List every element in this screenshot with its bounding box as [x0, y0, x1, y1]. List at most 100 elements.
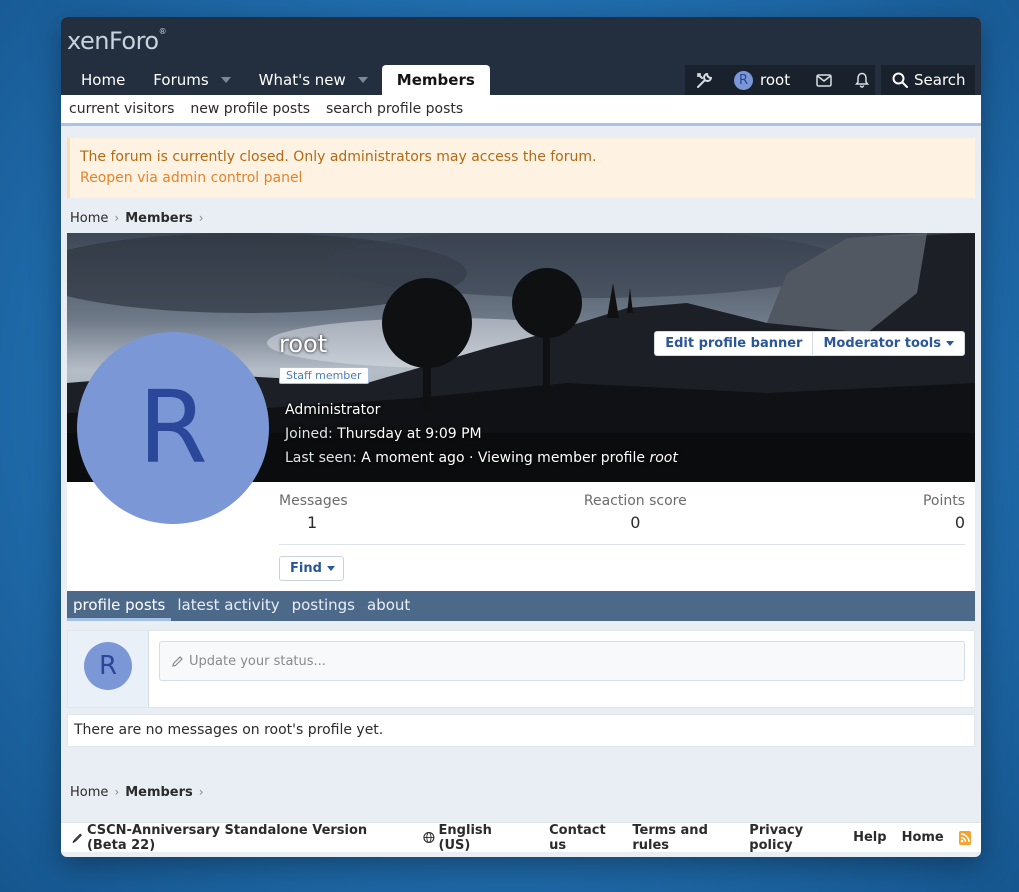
- search-icon: [892, 72, 908, 88]
- breadcrumb-bottom: Home › Members ›: [61, 782, 981, 802]
- site-header: xenForo® Home Forums What's new Members …: [61, 17, 981, 95]
- breadcrumb: Home › Members ›: [61, 208, 981, 228]
- nav-tab-label: Home: [81, 71, 126, 89]
- notice-message: The forum is currently closed. Only admi…: [80, 149, 597, 165]
- profile-info: Administrator Joined: Thursday at 9:09 P…: [285, 398, 678, 470]
- style-label: CSCN-Anniversary Standalone Version (Bet…: [86, 822, 368, 853]
- nav-tab-forums[interactable]: Forums: [139, 65, 244, 95]
- footer-privacy-link[interactable]: Privacy policy: [749, 823, 838, 853]
- status-avatar[interactable]: R: [84, 642, 132, 690]
- status-update-box: R Update your status...: [67, 630, 975, 708]
- chevron-down-icon[interactable]: [220, 77, 231, 83]
- main-nav: Home Forums What's new Members: [67, 65, 490, 95]
- paint-brush-icon: [72, 833, 82, 843]
- find-button[interactable]: Find: [279, 556, 344, 581]
- stat-reaction-score[interactable]: Reaction score 0: [584, 493, 687, 532]
- joined-row: Joined: Thursday at 9:09 PM: [285, 422, 678, 446]
- stat-label: Points: [922, 493, 965, 509]
- sub-nav: current visitors new profile posts searc…: [61, 95, 981, 126]
- site-logo[interactable]: xenForo®: [67, 27, 167, 55]
- user-toolbar: R root: [685, 65, 875, 95]
- user-avatar[interactable]: R: [734, 70, 753, 90]
- tab-about[interactable]: about: [361, 591, 416, 621]
- stat-value: 0: [954, 513, 965, 532]
- subnav-new-profile-posts[interactable]: new profile posts: [190, 101, 310, 117]
- search-button[interactable]: Search: [881, 65, 975, 95]
- banner-button-group: Edit profile banner Moderator tools: [654, 331, 965, 356]
- status-placeholder: Update your status...: [189, 653, 326, 669]
- footer-links: Contact us Terms and rules Privacy polic…: [534, 823, 981, 853]
- last-seen-user: root: [649, 450, 678, 466]
- nav-tab-label: What's new: [258, 71, 346, 89]
- mail-icon[interactable]: [816, 73, 832, 87]
- tab-profile-posts[interactable]: profile posts: [67, 591, 172, 621]
- status-avatar-column: R: [68, 631, 149, 707]
- footer-terms-link[interactable]: Terms and rules: [632, 823, 734, 853]
- joined-label: Joined:: [285, 426, 333, 442]
- site-footer: CSCN-Anniversary Standalone Version (Bet…: [61, 822, 981, 853]
- user-name[interactable]: root: [760, 71, 790, 89]
- breadcrumb-members[interactable]: Members: [125, 785, 193, 800]
- breadcrumb-home[interactable]: Home: [70, 211, 108, 226]
- rss-icon[interactable]: [958, 830, 971, 845]
- chevron-down-icon: [326, 566, 335, 571]
- breadcrumb-home[interactable]: Home: [70, 785, 108, 800]
- forum-closed-notice: The forum is currently closed. Only admi…: [67, 138, 975, 198]
- stat-label: Reaction score: [583, 493, 687, 509]
- admin-tools-icon[interactable]: [696, 72, 713, 89]
- status-input[interactable]: Update your status...: [159, 641, 965, 681]
- browser-window: xenForo® Home Forums What's new Members …: [61, 17, 981, 857]
- stat-value: 1: [307, 513, 318, 532]
- nav-tab-members[interactable]: Members: [381, 65, 490, 95]
- tab-latest-activity[interactable]: latest activity: [171, 591, 285, 621]
- chevron-down-icon: [946, 341, 954, 346]
- breadcrumb-members[interactable]: Members: [125, 211, 193, 226]
- logo-reg: ®: [158, 27, 167, 36]
- last-seen-value: A moment ago · Viewing member profile: [361, 450, 646, 466]
- stat-messages[interactable]: Messages 1: [279, 493, 348, 532]
- nav-tab-whats-new[interactable]: What's new: [245, 65, 382, 95]
- subnav-search-profile-posts[interactable]: search profile posts: [326, 101, 463, 117]
- user-title: Administrator: [285, 402, 381, 418]
- footer-contact-link[interactable]: Contact us: [549, 823, 617, 853]
- footer-left: CSCN-Anniversary Standalone Version (Bet…: [61, 823, 534, 853]
- stat-value: 0: [630, 513, 641, 532]
- profile-stats: Messages 1 Reaction score 0 Points 0: [279, 493, 965, 545]
- nav-tab-label: Members: [396, 71, 475, 89]
- nav-tab-label: Forums: [153, 71, 209, 89]
- find-label: Find: [290, 561, 322, 576]
- reopen-link[interactable]: Reopen via admin control panel: [80, 168, 965, 189]
- style-chooser[interactable]: CSCN-Anniversary Standalone Version (Bet…: [72, 823, 409, 853]
- stat-label: Messages: [279, 493, 348, 509]
- language-chooser[interactable]: English (US): [423, 823, 520, 853]
- footer-help-link[interactable]: Help: [853, 830, 886, 845]
- no-messages-text: There are no messages on root's profile …: [67, 714, 975, 747]
- nav-tab-home[interactable]: Home: [67, 65, 139, 95]
- profile-username: root: [279, 330, 328, 358]
- last-seen-row: Last seen: A moment ago · Viewing member…: [285, 446, 678, 470]
- stat-points[interactable]: Points 0: [923, 493, 965, 532]
- moderator-tools-button[interactable]: Moderator tools: [812, 332, 964, 355]
- chevron-right-icon: ›: [114, 785, 120, 799]
- profile-avatar[interactable]: R: [77, 332, 269, 524]
- bell-icon[interactable]: [855, 72, 870, 88]
- edit-profile-banner-button[interactable]: Edit profile banner: [655, 332, 812, 355]
- chevron-down-icon[interactable]: [357, 77, 368, 83]
- pencil-icon: [172, 655, 183, 667]
- language-label: English (US): [438, 822, 492, 853]
- joined-value: Thursday at 9:09 PM: [337, 426, 482, 442]
- chevron-right-icon: ›: [198, 785, 204, 799]
- profile-tabs: profile posts latest activity postings a…: [67, 591, 975, 621]
- subnav-current-visitors[interactable]: current visitors: [69, 101, 174, 117]
- chevron-right-icon: ›: [198, 211, 204, 225]
- globe-icon: [423, 831, 435, 844]
- staff-badge: Staff member: [279, 367, 369, 384]
- footer-home-link[interactable]: Home: [902, 830, 944, 845]
- member-header: R root Staff member Administrator Joined…: [67, 233, 975, 591]
- logo-text: xenForo: [67, 27, 159, 55]
- chevron-right-icon: ›: [114, 211, 120, 225]
- moderator-tools-label: Moderator tools: [823, 336, 941, 351]
- search-label: Search: [914, 71, 966, 89]
- last-seen-label: Last seen:: [285, 450, 357, 466]
- tab-postings[interactable]: postings: [286, 591, 361, 621]
